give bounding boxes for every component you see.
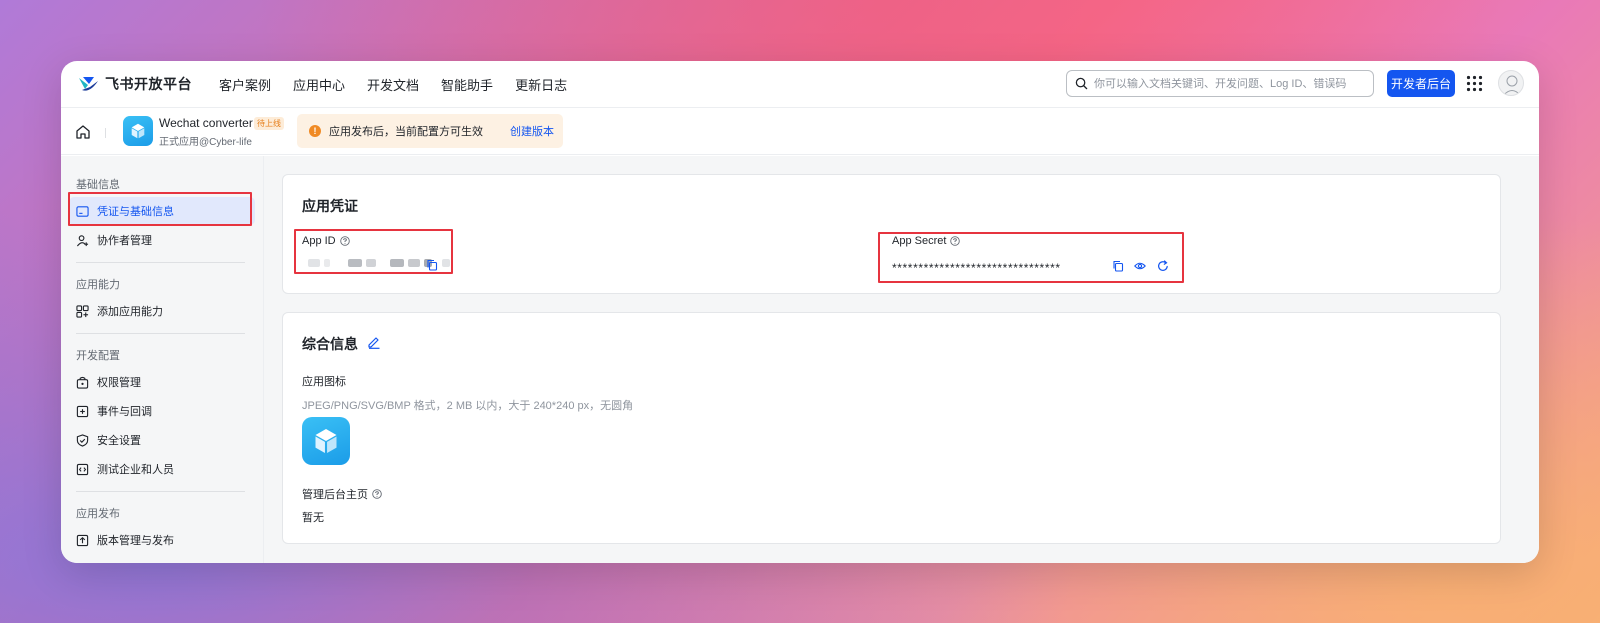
sidebar-section-publish: 应用发布 xyxy=(76,508,120,520)
divider xyxy=(76,491,245,492)
nav-link-cases[interactable]: 客户案例 xyxy=(219,75,271,94)
id-card-icon xyxy=(76,205,89,217)
credentials-title: 应用凭证 xyxy=(302,198,358,214)
developer-console-button[interactable]: 开发者后台 xyxy=(1387,70,1455,97)
home-icon[interactable] xyxy=(75,124,91,140)
divider xyxy=(76,262,245,263)
main-content: 应用凭证 App ID App Secret *****************… xyxy=(264,156,1539,563)
app-window: 飞书开放平台 客户案例 应用中心 开发文档 智能助手 更新日志 开发者后台 xyxy=(61,61,1539,563)
sidebar-item-add-capability[interactable]: 添加应用能力 xyxy=(69,297,255,325)
copy-icon[interactable] xyxy=(426,259,438,271)
app-secret-label-text: App Secret xyxy=(892,235,947,247)
sidebar-item-version-publish[interactable]: 版本管理与发布 xyxy=(69,526,255,554)
sidebar-item-label: 协作者管理 xyxy=(97,235,152,247)
homepage-label-text: 管理后台主页 xyxy=(302,489,368,501)
sidebar-section-basic: 基础信息 xyxy=(76,179,120,191)
permission-icon xyxy=(76,376,89,389)
divider xyxy=(105,128,106,138)
nav-link-assistant[interactable]: 智能助手 xyxy=(441,75,493,94)
app-icon-preview[interactable] xyxy=(302,417,350,465)
brand[interactable]: 飞书开放平台 xyxy=(77,73,192,95)
nav-link-app-center[interactable]: 应用中心 xyxy=(293,75,345,94)
create-version-link[interactable]: 创建版本 xyxy=(510,123,554,139)
status-badge: 待上线 xyxy=(254,117,284,130)
homepage-value: 暂无 xyxy=(302,512,324,524)
avatar-icon xyxy=(1503,75,1521,95)
sidebar-item-collaborators[interactable]: 协作者管理 xyxy=(69,226,255,254)
warning-icon: ! xyxy=(309,125,321,137)
app-secret-label: App Secret xyxy=(892,235,961,247)
search-input[interactable] xyxy=(1094,77,1364,90)
help-icon[interactable] xyxy=(372,489,382,499)
app-header-bar: Wechat converter 待上线 正式应用@Cyber-life ! 应… xyxy=(61,108,1539,155)
copy-icon[interactable] xyxy=(1112,260,1124,272)
search-box[interactable] xyxy=(1066,70,1374,97)
help-icon[interactable] xyxy=(950,236,961,246)
sidebar-item-events[interactable]: 事件与回调 xyxy=(69,397,255,425)
apps-add-icon xyxy=(76,304,89,318)
sidebar-item-label: 事件与回调 xyxy=(97,406,152,418)
shield-icon xyxy=(76,433,89,447)
sidebar-section-capability: 应用能力 xyxy=(76,279,120,291)
sidebar-item-permissions[interactable]: 权限管理 xyxy=(69,368,255,396)
cube-icon xyxy=(315,429,337,453)
event-icon xyxy=(76,405,89,417)
app-icon xyxy=(123,116,153,146)
general-info-card: 综合信息 应用图标 JPEG/PNG/SVG/BMP 格式，2 MB 以内，大于… xyxy=(282,312,1501,544)
app-icon-hint: JPEG/PNG/SVG/BMP 格式，2 MB 以内，大于 240*240 p… xyxy=(302,400,634,412)
sidebar-item-label: 添加应用能力 xyxy=(97,306,163,318)
app-subtitle: 正式应用@Cyber-life xyxy=(159,137,252,148)
upload-icon xyxy=(76,534,89,546)
sidebar: 基础信息 凭证与基础信息 协作者管理 应用能力 添加应用能力 开发配置 权限管理… xyxy=(61,156,264,563)
sidebar-item-label: 测试企业和人员 xyxy=(97,464,174,476)
feishu-logo-icon xyxy=(79,77,98,91)
sidebar-item-label: 安全设置 xyxy=(97,435,141,447)
user-avatar[interactable] xyxy=(1498,70,1524,96)
app-id-label: App ID xyxy=(302,235,350,247)
publish-notice: ! 应用发布后，当前配置方可生效 创建版本 xyxy=(297,114,563,148)
sidebar-item-test-tenants[interactable]: 测试企业和人员 xyxy=(69,455,255,483)
app-secret-value: ******************************** xyxy=(892,261,1061,275)
notice-text: 应用发布后，当前配置方可生效 xyxy=(329,126,483,138)
general-info-title: 综合信息 xyxy=(302,336,358,352)
sidebar-item-credentials[interactable]: 凭证与基础信息 xyxy=(69,197,255,225)
sidebar-item-label: 版本管理与发布 xyxy=(97,535,174,547)
sidebar-item-label: 权限管理 xyxy=(97,377,141,389)
app-id-label-text: App ID xyxy=(302,235,336,247)
refresh-icon[interactable] xyxy=(1157,260,1169,272)
sidebar-section-dev-config: 开发配置 xyxy=(76,350,120,362)
help-icon[interactable] xyxy=(339,236,350,246)
brand-name: 飞书开放平台 xyxy=(105,76,192,92)
search-icon xyxy=(1075,77,1088,90)
nav-link-changelog[interactable]: 更新日志 xyxy=(515,75,567,94)
sidebar-item-security[interactable]: 安全设置 xyxy=(69,426,255,454)
divider xyxy=(76,333,245,334)
nav-links: 客户案例 应用中心 开发文档 智能助手 更新日志 xyxy=(219,75,567,94)
cube-icon xyxy=(131,123,145,139)
credentials-card: 应用凭证 App ID App Secret *****************… xyxy=(282,174,1501,294)
homepage-label: 管理后台主页 xyxy=(302,486,382,502)
code-icon xyxy=(76,463,89,475)
app-icon-label: 应用图标 xyxy=(302,376,346,388)
eye-icon[interactable] xyxy=(1134,260,1146,272)
user-add-icon xyxy=(76,234,89,246)
edit-icon[interactable] xyxy=(367,335,381,349)
nav-link-docs[interactable]: 开发文档 xyxy=(367,75,419,94)
app-name: Wechat converter xyxy=(159,116,253,130)
app-grid-icon[interactable] xyxy=(1466,75,1483,92)
sidebar-item-label: 凭证与基础信息 xyxy=(97,206,174,218)
top-navigation: 飞书开放平台 客户案例 应用中心 开发文档 智能助手 更新日志 开发者后台 xyxy=(61,61,1539,108)
